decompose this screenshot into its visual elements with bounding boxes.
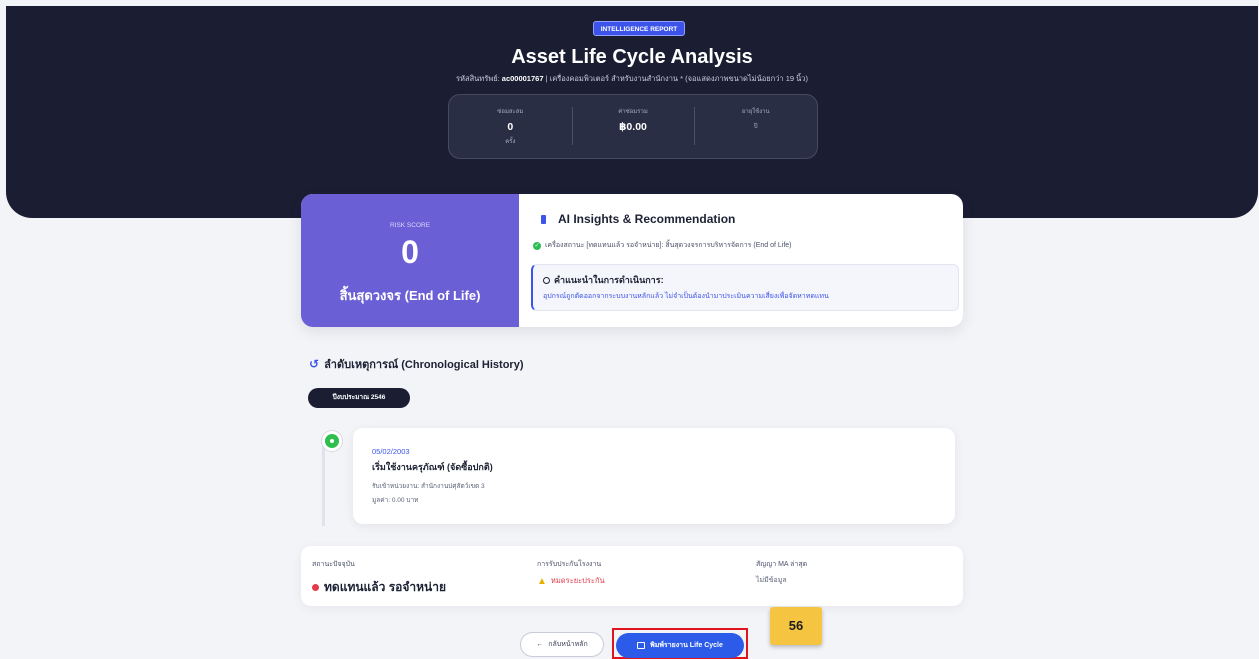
- timeline-event: 05/02/2003 เริ่มใช้งานครุภัณฑ์ (จัดซื้อป…: [353, 428, 955, 524]
- print-button-label: พิมพ์รายงาน Life Cycle: [650, 642, 723, 649]
- arrow-left-icon: ←: [536, 641, 544, 648]
- target-icon: [543, 276, 550, 284]
- book-icon: [541, 214, 546, 224]
- report-header: INTELLIGENCE REPORT Asset Life Cycle Ana…: [6, 6, 1258, 218]
- history-title: ↺ ลำดับเหตุการณ์ (Chronological History): [309, 355, 524, 373]
- event-date: 05/02/2003: [372, 447, 410, 456]
- insight-panel: AI Insights & Recommendation ✓ เครื่องสถ…: [519, 194, 963, 327]
- risk-insight-card: RISK SCORE 0 สิ้นสุดวงจร (End of Life) A…: [301, 194, 963, 327]
- asset-subtitle: รหัสสินทรัพย์: ac00001767 | เครื่องคอมพิ…: [6, 73, 1258, 85]
- page-title: Asset Life Cycle Analysis: [511, 46, 753, 68]
- timeline-start-icon: [322, 431, 342, 451]
- stats-panel: ซ่อมสะสม 0 ครั้ง ค่าซ่อมรวม ฿0.00 อายุใช…: [448, 94, 818, 159]
- stat-label: ซ่อมสะสม: [497, 109, 524, 115]
- ma-label: สัญญา MA ล่าสุด: [756, 561, 808, 568]
- print-life-cycle-button[interactable]: พิมพ์รายงาน Life Cycle: [616, 633, 744, 658]
- summary-card: สถานะปัจจุบัน ทดแทนแล้ว รอจำหน่าย การรับ…: [301, 546, 963, 606]
- current-status-label: สถานะปัจจุบัน: [312, 561, 355, 568]
- event-department: รับเข้าหน่วยงาน: สำนักงานปศุสัตว์เขต 3: [372, 483, 485, 490]
- risk-score-value: 0: [401, 234, 419, 270]
- asset-description: | เครื่องคอมพิวเตอร์ สำหรับงานสำนักงาน *…: [545, 74, 808, 83]
- warranty-text: หมดระยะประกัน: [550, 576, 605, 585]
- stat-service-age: อายุใช้งาน ปี: [694, 95, 817, 145]
- stat-value: 0: [507, 121, 514, 133]
- stat-unit: ปี: [753, 124, 758, 130]
- stat-repair-count: ซ่อมสะสม 0 ครั้ง: [449, 95, 572, 146]
- event-value: มูลค่า: 0.00 บาท: [372, 497, 419, 504]
- insight-status-text: เครื่องสถานะ [ทดแทนแล้ว รอจำหน่าย]: สิ้น…: [545, 242, 792, 249]
- timeline-line: [322, 440, 325, 526]
- history-title-text: ลำดับเหตุการณ์ (Chronological History): [324, 359, 524, 371]
- risk-score-label: RISK SCORE: [389, 222, 431, 229]
- stat-unit: ครั้ง: [505, 139, 516, 145]
- recommendation-box: คำแนะนำในการดำเนินการ: อุปกรณ์ถูกตัดออกจ…: [531, 264, 959, 311]
- stat-repair-cost: ค่าซ่อมรวม ฿0.00: [571, 95, 695, 145]
- intelligence-report-badge: INTELLIGENCE REPORT: [593, 21, 685, 36]
- insight-title-text: AI Insights & Recommendation: [558, 212, 736, 226]
- recommendation-title: คำแนะนำในการดำเนินการ:: [543, 273, 664, 287]
- insight-status: ✓ เครื่องสถานะ [ทดแทนแล้ว รอจำหน่าย]: สิ…: [533, 240, 792, 251]
- asset-code: ac00001767: [501, 74, 544, 83]
- current-status-text: ทดแทนแล้ว รอจำหน่าย: [324, 580, 447, 594]
- recommendation-title-text: คำแนะนำในการดำเนินการ:: [554, 275, 664, 285]
- back-button-label: กลับหน้าหลัก: [548, 641, 588, 648]
- recommendation-text: อุปกรณ์ถูกตัดออกจากระบบงานหลักแล้ว ไม่จำ…: [543, 293, 829, 300]
- risk-status: สิ้นสุดวงจร (End of Life): [339, 288, 481, 303]
- step-number-badge: 56: [770, 607, 822, 645]
- current-status-value: ทดแทนแล้ว รอจำหน่าย: [312, 578, 446, 597]
- stat-label: อายุใช้งาน: [741, 109, 770, 115]
- stat-label: ค่าซ่อมรวม: [618, 109, 648, 115]
- risk-score-panel: RISK SCORE 0 สิ้นสุดวงจร (End of Life): [301, 194, 519, 327]
- warranty-value: ▲ หมดระยะประกัน: [537, 575, 605, 587]
- history-icon: ↺: [309, 357, 320, 371]
- event-title: เริ่มใช้งานครุภัณฑ์ (จัดซื้อปกติ): [372, 462, 493, 472]
- stat-value: ฿0.00: [619, 121, 647, 133]
- fiscal-year-pill: ปีงบประมาณ 2546: [308, 388, 410, 408]
- ma-contract: สัญญา MA ล่าสุด ไม่มีข้อมูล: [756, 559, 807, 586]
- asset-code-label: รหัสสินทรัพย์:: [456, 74, 500, 83]
- ma-value: ไม่มีข้อมูล: [756, 577, 787, 584]
- check-circle-icon: ✓: [533, 241, 541, 250]
- current-status: สถานะปัจจุบัน ทดแทนแล้ว รอจำหน่าย: [312, 559, 446, 597]
- warranty-label: การรับประกันโรงงาน: [537, 561, 602, 568]
- warranty-status: การรับประกันโรงงาน ▲ หมดระยะประกัน: [537, 559, 605, 587]
- warning-icon: ▲: [537, 575, 547, 587]
- insight-title: AI Insights & Recommendation: [541, 212, 735, 226]
- status-dot-icon: [312, 584, 319, 591]
- back-to-home-button[interactable]: ← กลับหน้าหลัก: [520, 632, 604, 657]
- printer-icon: [637, 642, 646, 649]
